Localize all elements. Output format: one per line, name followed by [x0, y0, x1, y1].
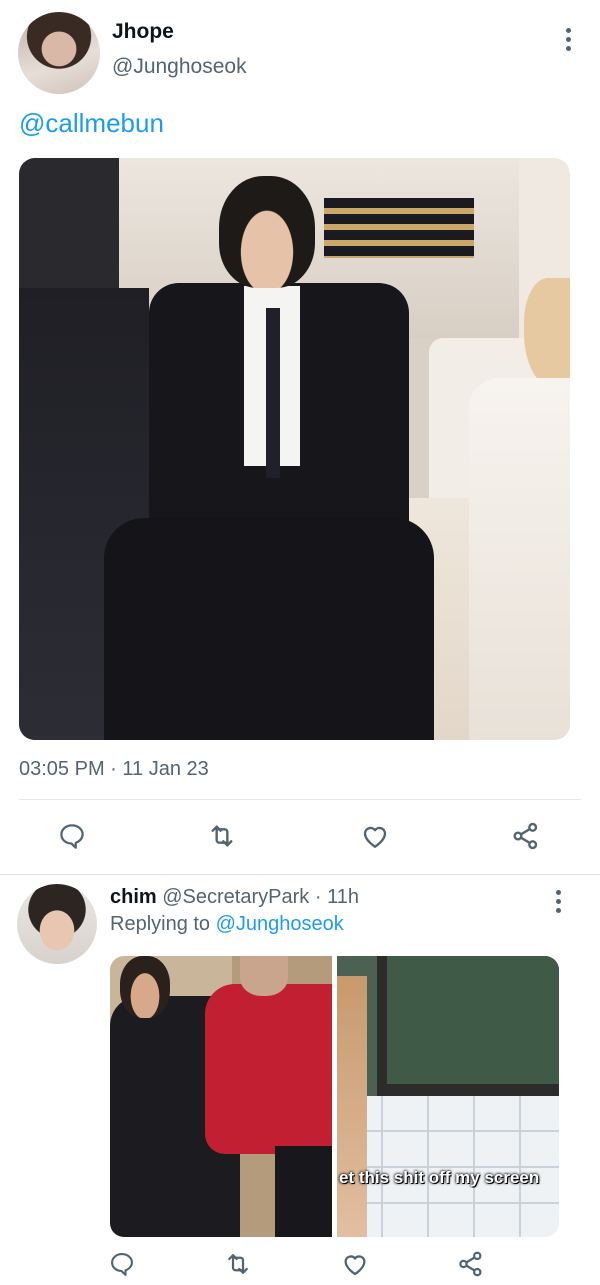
reply-photo-2[interactable]: et this shit off my screen	[337, 956, 559, 1237]
reply-button[interactable]	[52, 816, 92, 856]
reply-button[interactable]	[102, 1244, 142, 1284]
photo-person-head	[219, 176, 315, 288]
divider	[19, 799, 581, 800]
share-button[interactable]	[451, 1244, 491, 1284]
reply-media-grid: et this shit off my screen	[110, 956, 559, 1237]
replying-to: Replying to @Junghoseok	[110, 913, 344, 936]
display-name[interactable]: Jhope	[112, 20, 174, 44]
mention-link[interactable]: @callmebun	[19, 108, 164, 139]
reply-time[interactable]: 11h	[327, 886, 359, 908]
photo-tie	[266, 308, 280, 478]
user-handle[interactable]: @Junghoseok	[112, 55, 247, 79]
photo-window	[377, 956, 559, 1096]
photo-head-right	[240, 956, 288, 996]
share-nodes-icon	[459, 1251, 482, 1277]
photo-red-sweater	[205, 984, 332, 1154]
reply-header: chim @SecretaryPark · 11h	[110, 886, 359, 909]
retweet-arrows-icon	[228, 1254, 248, 1274]
avatar[interactable]	[18, 12, 100, 94]
photo-head-left	[120, 956, 170, 1018]
photo-tiles	[337, 1096, 559, 1237]
replying-to-label: Replying to	[110, 913, 211, 935]
more-options-icon[interactable]	[551, 890, 565, 913]
photo-person-legs	[104, 518, 434, 740]
reply-handle[interactable]: @SecretaryPark	[162, 886, 309, 908]
share-button[interactable]	[506, 816, 546, 856]
reply-avatar[interactable]	[17, 884, 97, 964]
more-options-icon[interactable]	[561, 28, 575, 51]
meme-caption: et this shit off my screen	[339, 1168, 540, 1187]
like-button[interactable]	[355, 816, 395, 856]
main-tweet: Jhope @Junghoseok @callmebun 03:05 PM · …	[0, 0, 600, 875]
retweet-button[interactable]	[218, 1244, 258, 1284]
reply-separator: ·	[314, 886, 322, 908]
reply-photo-1[interactable]	[110, 956, 332, 1237]
retweet-arrows-icon	[211, 825, 233, 847]
share-nodes-icon	[513, 822, 538, 850]
reply-bubble-icon	[60, 824, 84, 849]
photo-striped-jacket	[324, 198, 474, 258]
replying-to-handle[interactable]: @Junghoseok	[216, 913, 344, 935]
retweet-button[interactable]	[202, 816, 242, 856]
photo-face-edge	[337, 976, 367, 1237]
photo-pants	[275, 1146, 332, 1237]
like-button[interactable]	[335, 1244, 375, 1284]
tweet-separator	[0, 874, 600, 875]
heart-icon	[363, 826, 387, 848]
photo-person-right	[469, 378, 570, 740]
reply-bubble-icon	[111, 1253, 133, 1276]
heart-icon	[344, 1255, 366, 1276]
reply-display-name[interactable]: chim	[110, 886, 157, 908]
tweet-photo[interactable]	[19, 158, 570, 740]
tweet-timestamp[interactable]: 03:05 PM · 11 Jan 23	[19, 758, 209, 781]
